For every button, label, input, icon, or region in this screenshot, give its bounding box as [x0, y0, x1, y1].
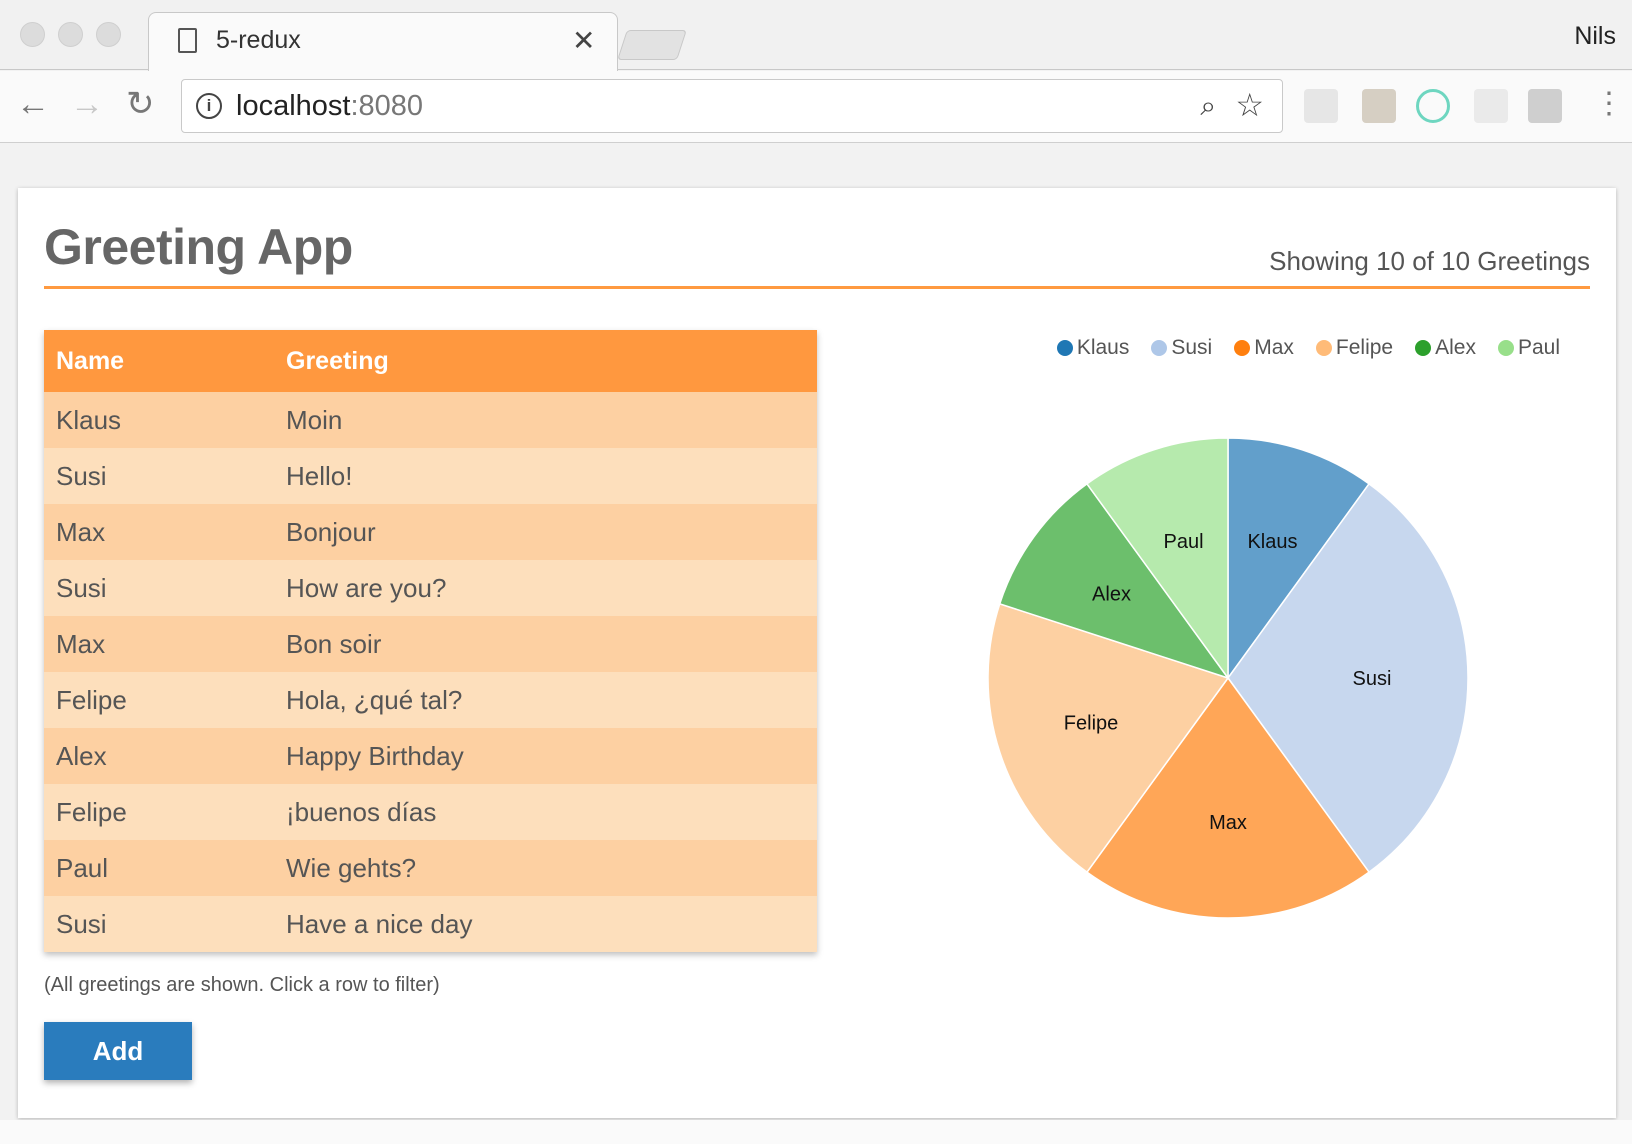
header-name: Name: [56, 346, 125, 375]
tab-title: 5-redux: [216, 26, 301, 54]
zoom-icon[interactable]: ⌕: [1200, 90, 1216, 123]
legend-item: Klaus: [1056, 336, 1130, 360]
row-name: Susi: [56, 572, 107, 603]
legend-label: Klaus: [1076, 336, 1130, 359]
legend-item: Max: [1234, 336, 1294, 360]
row-name: Felipe: [56, 796, 127, 827]
legend-item: Alex: [1415, 336, 1476, 360]
header-greeting: Greeting: [286, 346, 389, 375]
forward-arrow-icon[interactable]: →: [70, 87, 104, 121]
title-divider: [44, 286, 1590, 289]
row-greeting: Bonjour: [286, 516, 376, 547]
url-port: :8080: [350, 90, 424, 122]
row-name: Felipe: [56, 684, 127, 715]
legend-label: Max: [1254, 336, 1294, 359]
table-row[interactable]: Susi Hello!: [44, 448, 817, 504]
legend-swatch: [1415, 340, 1432, 356]
chart-legend: Klaus Susi Max Felipe Alex Paul: [1056, 336, 1560, 360]
table-body: Klaus Moin Susi Hello! Max Bonjour Susi How …: [44, 392, 817, 952]
table-row[interactable]: Susi Have a nice day: [44, 896, 817, 952]
pie-label: Felipe: [1064, 712, 1118, 734]
row-name: Susi: [56, 460, 107, 491]
legend-label: Alex: [1435, 336, 1476, 359]
greetings-pie-chart: Klaus Susi Max Felipe Alex Paul: [987, 437, 1469, 919]
profile-name[interactable]: Nils: [1574, 22, 1616, 51]
row-greeting: How are you?: [286, 572, 447, 603]
row-greeting: Happy Birthday: [286, 740, 464, 771]
menu-dots-icon[interactable]: ⋮: [1594, 87, 1624, 121]
table-row[interactable]: Felipe Hola, ¿qué tal?: [44, 672, 817, 728]
row-name: Alex: [56, 740, 107, 771]
row-greeting: Hola, ¿qué tal?: [286, 684, 463, 715]
reload-icon[interactable]: ↻: [126, 87, 155, 121]
mail-extension-icon[interactable]: [1528, 89, 1562, 123]
table-row[interactable]: Alex Happy Birthday: [44, 728, 817, 784]
bookmark-star-icon[interactable]: ☆: [1235, 86, 1264, 124]
pie-label: Klaus: [1247, 531, 1297, 553]
eyedropper-extension-icon[interactable]: [1362, 89, 1396, 123]
underlying-page-strip: [0, 1120, 1632, 1144]
row-greeting: Have a nice day: [286, 908, 473, 939]
new-tab-button[interactable]: [617, 30, 687, 60]
legend-swatch: [1056, 340, 1073, 356]
window-minimize-icon[interactable]: [58, 22, 83, 47]
address-bar[interactable]: i localhost:8080 ⌕ ☆: [181, 79, 1283, 133]
legend-swatch: [1497, 340, 1514, 356]
row-greeting: Moin: [286, 404, 343, 435]
row-name: Klaus: [56, 404, 122, 435]
add-button[interactable]: Add: [44, 1022, 192, 1080]
legend-item: Paul: [1497, 336, 1560, 360]
back-arrow-icon[interactable]: ←: [16, 87, 50, 121]
row-name: Max: [56, 628, 106, 659]
filter-hint: (All greetings are shown. Click a row to…: [44, 974, 440, 996]
url-host: localhost: [236, 90, 351, 122]
table-header: Name Greeting: [44, 330, 817, 392]
row-greeting: Hello!: [286, 460, 353, 491]
row-name: Paul: [56, 852, 109, 883]
browser-toolbar: ← → ↻ i localhost:8080 ⌕ ☆ ⋮: [0, 71, 1632, 143]
page-title: Greeting App: [44, 219, 353, 275]
row-name: Max: [56, 516, 106, 547]
legend-swatch: [1315, 340, 1332, 356]
pie-label: Max: [1209, 812, 1247, 834]
pie-label: Alex: [1092, 583, 1131, 605]
app-card: Greeting App Showing 10 of 10 Greetings …: [18, 188, 1616, 1118]
table-row[interactable]: Max Bonjour: [44, 504, 817, 560]
tab-close-icon[interactable]: ✕: [572, 24, 595, 57]
table-row[interactable]: Susi How are you?: [44, 560, 817, 616]
row-greeting: ¡buenos días: [286, 796, 437, 827]
url-text: localhost:8080: [236, 90, 423, 123]
greeting-count: Showing 10 of 10 Greetings: [1269, 246, 1590, 276]
greetings-table: Name Greeting Klaus Moin Susi Hello! Max Bo…: [44, 330, 817, 952]
legend-swatch: [1151, 340, 1168, 356]
notes-extension-icon[interactable]: [1474, 89, 1508, 123]
legend-label: Paul: [1517, 336, 1560, 359]
window-maximize-icon[interactable]: [96, 22, 121, 47]
legend-label: Susi: [1171, 336, 1213, 359]
legend-item: Susi: [1151, 336, 1212, 360]
row-greeting: Wie gehts?: [286, 852, 417, 883]
table-row[interactable]: Felipe ¡buenos días: [44, 784, 817, 840]
window-close-icon[interactable]: [20, 22, 45, 47]
pie-label: Paul: [1163, 531, 1203, 553]
legend-item: Felipe: [1315, 336, 1394, 360]
info-icon[interactable]: i: [196, 93, 222, 119]
row-name: Susi: [56, 908, 107, 939]
table-row[interactable]: Klaus Moin: [44, 392, 817, 448]
table-row[interactable]: Max Bon soir: [44, 616, 817, 672]
pie-label: Susi: [1353, 668, 1392, 690]
react-devtools-icon[interactable]: [1304, 89, 1338, 123]
target-extension-icon[interactable]: [1416, 89, 1450, 123]
legend-swatch: [1234, 340, 1251, 356]
legend-label: Felipe: [1335, 336, 1394, 359]
row-greeting: Bon soir: [286, 628, 382, 659]
table-row[interactable]: Paul Wie gehts?: [44, 840, 817, 896]
document-icon: [178, 28, 197, 53]
browser-titlebar: 5-redux ✕ Nils: [0, 0, 1632, 71]
